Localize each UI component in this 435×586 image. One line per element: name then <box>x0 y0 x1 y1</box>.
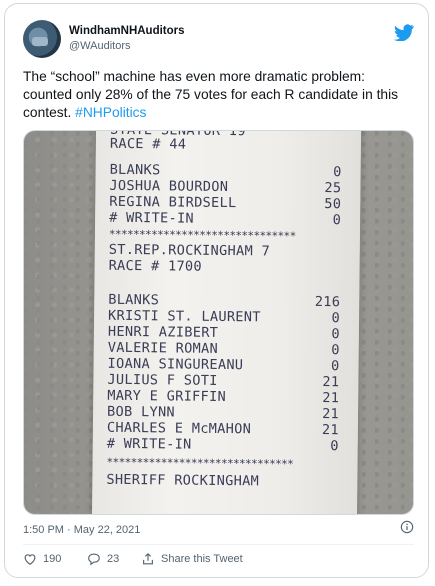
share-label: Share this Tweet <box>161 553 243 565</box>
twitter-bird-icon[interactable] <box>394 24 414 41</box>
like-button[interactable]: 190 <box>23 552 61 566</box>
info-icon[interactable] <box>400 520 414 534</box>
author-names[interactable]: WindhamNHAuditors @WAuditors <box>69 23 185 54</box>
reply-bubble-icon <box>88 553 100 566</box>
ballot-receipt: STATE SENATOR 19 RACE # 44 BLANKS 0 JOSHU… <box>91 131 362 514</box>
receipt-row: # WRITE-IN 0 <box>109 209 342 229</box>
receipt-header-2: RACE # 44 <box>109 135 187 153</box>
tweet-text: The “school” machine has even more drama… <box>23 68 410 122</box>
like-count: 190 <box>43 553 62 565</box>
receipt-race2-header-2: RACE # 1700 <box>108 257 203 275</box>
hashtag-link[interactable]: #NHPolitics <box>75 105 146 120</box>
display-name[interactable]: WindhamNHAuditors <box>69 23 185 39</box>
user-handle[interactable]: @WAuditors <box>69 39 185 54</box>
avatar[interactable] <box>23 20 61 58</box>
tweet-card: WindhamNHAuditors @WAuditors The “school… <box>4 3 429 578</box>
receipt-footer: SHERIFF ROCKINGHAM <box>106 471 260 490</box>
heart-icon <box>24 554 36 565</box>
tweet-photo[interactable]: STATE SENATOR 19 RACE # 44 BLANKS 0 JOSHU… <box>23 130 414 515</box>
reply-count: 23 <box>107 553 120 565</box>
share-button[interactable]: Share this Tweet <box>141 552 243 566</box>
receipt-separator: ******************************* <box>108 227 296 243</box>
receipt-row: # WRITE-IN 0 <box>106 435 339 455</box>
divider <box>23 544 414 545</box>
share-icon <box>143 552 153 565</box>
reply-button[interactable]: 23 <box>87 552 119 566</box>
receipt-separator: ******************************* <box>106 455 294 471</box>
tweet-timestamp[interactable]: 1:50 PM · May 22, 2021 <box>23 524 140 536</box>
tweet-header: WindhamNHAuditors @WAuditors <box>23 20 414 60</box>
